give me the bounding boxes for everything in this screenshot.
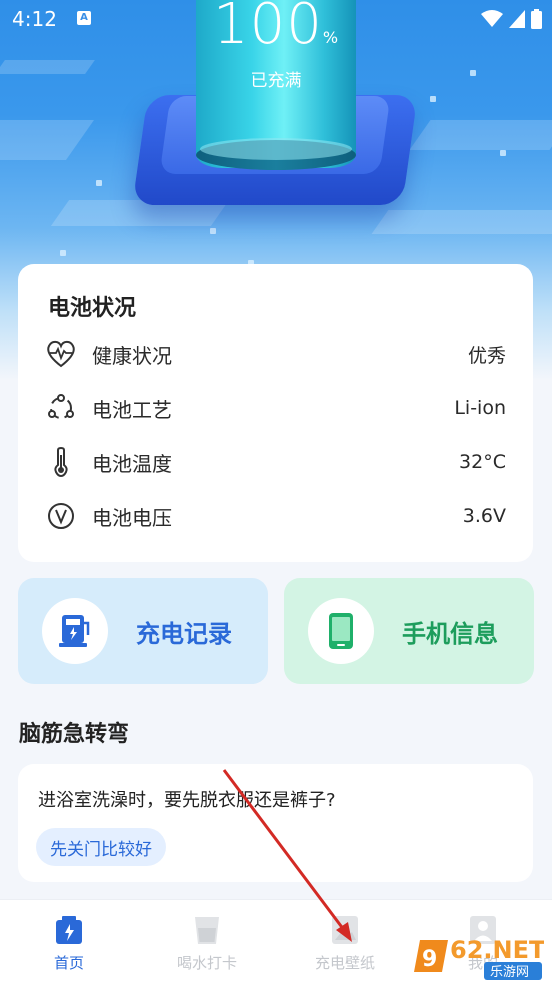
status-row-health: 健康状况 优秀	[46, 336, 506, 372]
status-time: 4:12	[12, 7, 57, 31]
charge-record-icon-wrap	[42, 598, 108, 664]
riddle-answer-chip[interactable]: 先关门比较好	[36, 828, 166, 866]
status-label: 电池温度	[92, 451, 172, 476]
watermark-logo: 9 62.NET 乐游网	[414, 930, 546, 982]
battery-status-card: 电池状况 健康状况 优秀 电池工艺 Li-ion 电池温度 32°C 电池电压 …	[18, 264, 533, 562]
watermark-text: 62.NET	[450, 936, 544, 964]
status-value: 3.6V	[462, 505, 506, 527]
status-label: 电池工艺	[92, 397, 172, 422]
thermometer-icon	[46, 447, 76, 477]
status-value: Li-ion	[454, 397, 506, 419]
tab-label: 喝水打卡	[176, 954, 237, 972]
phone-info-label: 手机信息	[402, 619, 498, 648]
phone-info-icon-wrap	[308, 598, 374, 664]
charge-record-button[interactable]: 充电记录	[18, 578, 268, 684]
wallpaper-icon	[332, 916, 358, 944]
status-label: 健康状况	[92, 343, 172, 368]
status-value: 优秀	[467, 344, 506, 367]
water-cup-icon	[195, 917, 219, 944]
status-bar: 4:12 A	[0, 0, 552, 40]
status-row-voltage: 电池电压 3.6V	[46, 498, 506, 534]
status-label: 电池电压	[92, 505, 172, 530]
charging-station-icon	[59, 615, 90, 647]
signal-icon	[509, 10, 525, 28]
home-battery-icon	[56, 916, 82, 944]
battery-status-icon	[531, 9, 542, 29]
battery-status-text: 已充满	[250, 71, 302, 91]
phone-info-button[interactable]: 手机信息	[284, 578, 534, 684]
phone-icon	[329, 613, 353, 649]
voltage-icon	[46, 501, 76, 531]
tab-label: 首页	[53, 954, 84, 972]
tab-label: 充电壁纸	[314, 954, 375, 972]
status-value: 32°C	[459, 451, 506, 473]
heart-pulse-icon	[46, 339, 76, 369]
wifi-icon	[481, 10, 503, 27]
riddle-question: 进浴室洗澡时，要先脱衣服还是裤子?	[38, 790, 336, 811]
system-icons	[481, 9, 542, 29]
cycle-icon	[46, 393, 76, 423]
riddle-section-title: 脑筋急转弯	[19, 722, 130, 747]
status-row-technology: 电池工艺 Li-ion	[46, 390, 506, 426]
notification-icon: A	[77, 11, 91, 25]
status-row-temperature: 电池温度 32°C	[46, 444, 506, 480]
battery-base-highlight	[200, 138, 352, 160]
svg-text:9: 9	[422, 947, 437, 972]
riddle-card[interactable]: 进浴室洗澡时，要先脱衣服还是裤子? 先关门比较好	[18, 764, 533, 882]
watermark-subtext: 乐游网	[490, 965, 529, 980]
tab-home[interactable]: 首页	[0, 900, 138, 983]
tab-wallpaper[interactable]: 充电壁纸	[276, 900, 414, 983]
tab-water[interactable]: 喝水打卡	[138, 900, 276, 983]
battery-status-title: 电池状况	[48, 296, 137, 321]
charge-record-label: 充电记录	[136, 619, 232, 648]
